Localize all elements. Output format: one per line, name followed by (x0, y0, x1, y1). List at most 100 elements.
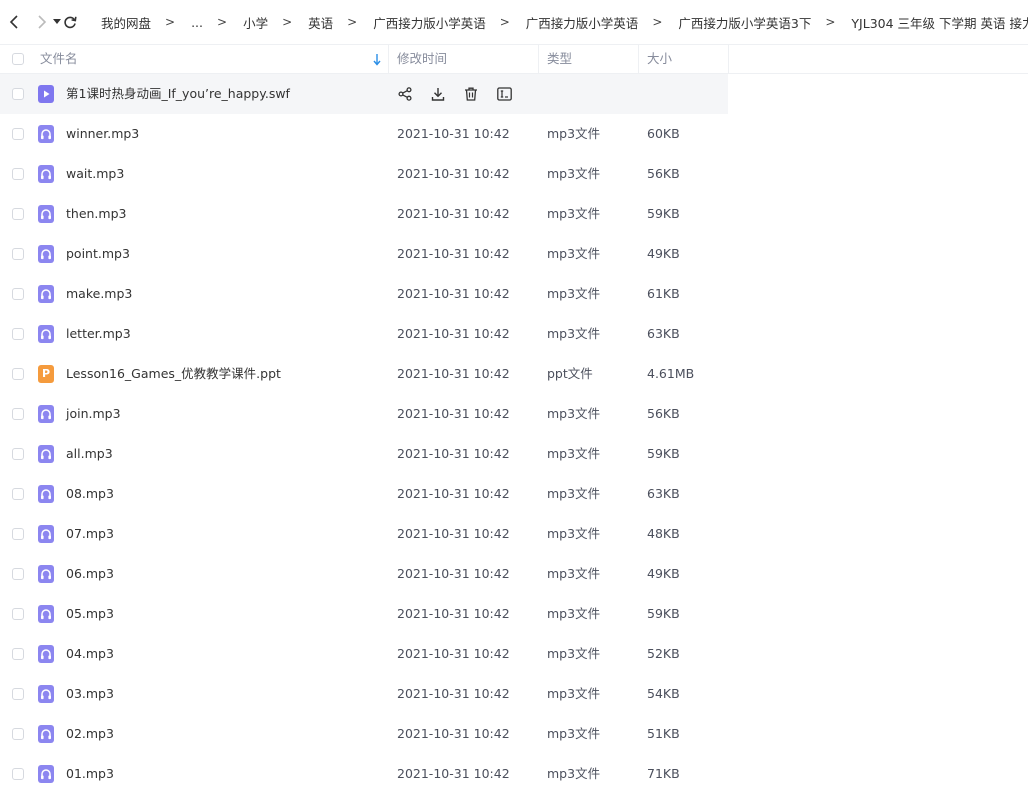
row-checkbox[interactable] (12, 728, 24, 740)
file-row[interactable]: letter.mp3 2021-10-31 10:42 mp3文件 63KB (0, 314, 1028, 354)
rename-button[interactable] (495, 85, 513, 103)
row-checkbox[interactable] (12, 88, 24, 100)
file-row[interactable]: point.mp3 2021-10-31 10:42 mp3文件 49KB (0, 234, 1028, 274)
refresh-button[interactable] (63, 11, 77, 33)
breadcrumb-item-guangxi-english-3b[interactable]: 广西接力版小学英语3下 (678, 13, 811, 32)
breadcrumb-item-collapsed[interactable]: ... (191, 15, 203, 30)
breadcrumb-item-guangxi-english[interactable]: 广西接力版小学英语 (373, 13, 486, 32)
file-row[interactable]: 08.mp3 2021-10-31 10:42 mp3文件 63KB (0, 474, 1028, 514)
row-checkbox[interactable] (12, 128, 24, 140)
audio-file-icon (38, 445, 54, 463)
row-checkbox[interactable] (12, 368, 24, 380)
file-type: mp3文件 (547, 326, 601, 341)
select-all-checkbox[interactable] (12, 53, 24, 65)
file-row[interactable]: make.mp3 2021-10-31 10:42 mp3文件 61KB (0, 274, 1028, 314)
share-button[interactable] (396, 85, 414, 103)
file-name: 05.mp3 (66, 606, 114, 621)
file-name: make.mp3 (66, 286, 133, 301)
chevron-left-icon (9, 15, 18, 29)
file-type: mp3文件 (547, 206, 601, 221)
file-row[interactable]: 06.mp3 2021-10-31 10:42 mp3文件 49KB (0, 554, 1028, 594)
row-checkbox[interactable] (12, 768, 24, 780)
audio-file-icon (38, 645, 54, 663)
breadcrumb-separator: > (347, 15, 358, 29)
ppt-file-icon-letter: P (41, 367, 51, 380)
file-modified-time: 2021-10-31 10:42 (397, 726, 510, 741)
breadcrumb-item-current-folder[interactable]: YJL304 三年级 下学期 英语 接力出版社 课件 (851, 13, 1028, 32)
breadcrumb-item-my-netdisk[interactable]: 我的网盘 (101, 13, 151, 32)
delete-button[interactable] (462, 85, 480, 103)
file-row[interactable]: 04.mp3 2021-10-31 10:42 mp3文件 52KB (0, 634, 1028, 674)
file-modified-time: 2021-10-31 10:42 (397, 366, 510, 381)
row-checkbox[interactable] (12, 288, 24, 300)
column-divider[interactable] (388, 45, 389, 73)
file-row[interactable]: P Lesson16_Games_优教教学课件.ppt 2021-10-31 10:… (0, 354, 1028, 394)
file-row[interactable]: then.mp3 2021-10-31 10:42 mp3文件 59KB (0, 194, 1028, 234)
file-modified-time: 2021-10-31 10:42 (397, 526, 510, 541)
file-row[interactable]: all.mp3 2021-10-31 10:42 mp3文件 59KB (0, 434, 1028, 474)
breadcrumb: 我的网盘 > ... > 小学 > 英语 > 广西接力版小学英语 > 广西接力版… (101, 13, 1028, 32)
row-checkbox[interactable] (12, 688, 24, 700)
row-checkbox[interactable] (12, 448, 24, 460)
breadcrumb-separator: > (652, 15, 663, 29)
file-modified-time: 2021-10-31 10:42 (397, 606, 510, 621)
download-icon (431, 87, 445, 101)
file-type: mp3文件 (547, 726, 601, 741)
audio-file-icon (38, 245, 54, 263)
row-checkbox[interactable] (12, 408, 24, 420)
row-checkbox[interactable] (12, 528, 24, 540)
row-checkbox[interactable] (12, 248, 24, 260)
row-checkbox[interactable] (12, 168, 24, 180)
column-header-name[interactable]: 文件名 (40, 45, 78, 73)
row-checkbox[interactable] (12, 328, 24, 340)
file-type: mp3文件 (547, 646, 601, 661)
file-name: Lesson16_Games_优教教学课件.ppt (66, 366, 281, 381)
forward-button[interactable] (37, 11, 47, 33)
file-row[interactable]: 05.mp3 2021-10-31 10:42 mp3文件 59KB (0, 594, 1028, 634)
file-row[interactable]: join.mp3 2021-10-31 10:42 mp3文件 56KB (0, 394, 1028, 434)
column-divider[interactable] (538, 45, 539, 73)
breadcrumb-separator: > (825, 15, 836, 29)
column-header-size[interactable]: 大小 (647, 45, 672, 73)
file-row[interactable]: 02.mp3 2021-10-31 10:42 mp3文件 51KB (0, 714, 1028, 754)
column-divider[interactable] (728, 45, 729, 73)
download-button[interactable] (429, 85, 447, 103)
row-checkbox[interactable] (12, 648, 24, 660)
back-button[interactable] (9, 11, 19, 33)
file-size: 4.61MB (647, 366, 695, 381)
file-modified-time: 2021-10-31 10:42 (397, 646, 510, 661)
file-modified-time: 2021-10-31 10:42 (397, 286, 510, 301)
row-checkbox[interactable] (12, 608, 24, 620)
file-modified-time: 2021-10-31 10:42 (397, 246, 510, 261)
file-type: mp3文件 (547, 686, 601, 701)
file-row[interactable]: 第1课时热身动画_If_you’re_happy.swf (0, 74, 728, 114)
file-row[interactable]: 01.mp3 2021-10-31 10:42 mp3文件 71KB (0, 754, 1028, 794)
share-icon (398, 87, 412, 101)
file-row[interactable]: winner.mp3 2021-10-31 10:42 mp3文件 60KB (0, 114, 1028, 154)
file-name: then.mp3 (66, 206, 127, 221)
audio-file-icon (38, 725, 54, 743)
file-name: 第1课时热身动画_If_you’re_happy.swf (66, 86, 290, 101)
file-row[interactable]: 03.mp3 2021-10-31 10:42 mp3文件 54KB (0, 674, 1028, 714)
file-size: 56KB (647, 406, 680, 421)
row-checkbox[interactable] (12, 568, 24, 580)
history-dropdown-button[interactable] (53, 11, 61, 33)
sort-down-arrow-icon[interactable] (372, 54, 382, 66)
row-checkbox[interactable] (12, 208, 24, 220)
row-checkbox[interactable] (12, 488, 24, 500)
file-type: mp3文件 (547, 526, 601, 541)
file-size: 63KB (647, 326, 680, 341)
breadcrumb-item-primary-school[interactable]: 小学 (243, 13, 268, 32)
chevron-right-icon (38, 15, 47, 29)
audio-file-icon (38, 765, 54, 783)
breadcrumb-item-english[interactable]: 英语 (308, 13, 333, 32)
file-row[interactable]: 07.mp3 2021-10-31 10:42 mp3文件 48KB (0, 514, 1028, 554)
file-size: 61KB (647, 286, 680, 301)
file-row[interactable]: wait.mp3 2021-10-31 10:42 mp3文件 56KB (0, 154, 1028, 194)
file-list-header: 文件名 修改时间 类型 大小 (0, 44, 1028, 74)
column-header-type[interactable]: 类型 (547, 45, 572, 73)
column-divider[interactable] (638, 45, 639, 73)
column-header-modified[interactable]: 修改时间 (397, 45, 447, 73)
breadcrumb-item-guangxi-english-2[interactable]: 广西接力版小学英语 (526, 13, 639, 32)
file-size: 49KB (647, 566, 680, 581)
